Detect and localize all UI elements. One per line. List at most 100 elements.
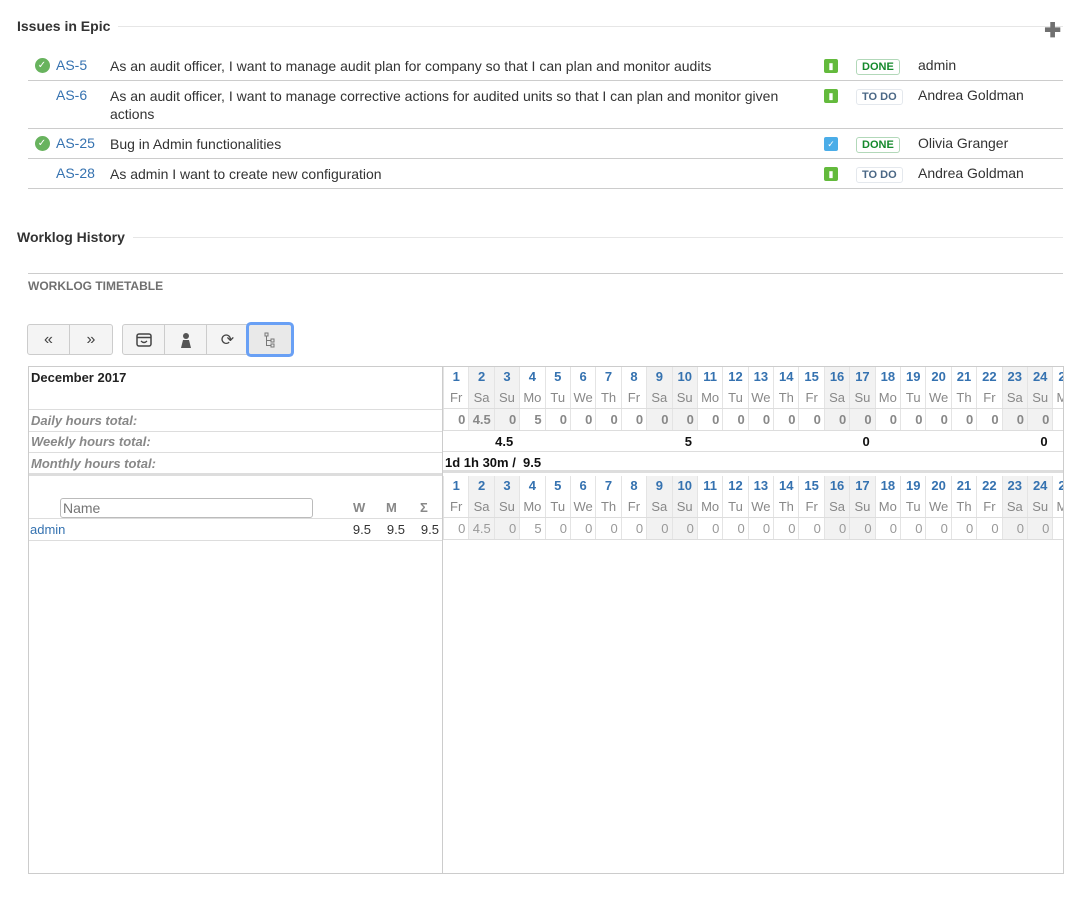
day-number: 24 — [1026, 476, 1053, 496]
navigation-group: « » — [27, 324, 113, 355]
col-month-header: M — [386, 500, 397, 515]
day-number: 21 — [950, 367, 976, 387]
issue-key-link[interactable]: AS-6 — [56, 87, 110, 123]
user-day-hours[interactable]: 0 — [798, 518, 823, 539]
issue-row: ✓ AS-25 Bug in Admin functionalities ✓ D… — [28, 129, 1063, 159]
weekday-label: Mo — [874, 496, 900, 517]
weekday-label: Mo — [696, 387, 722, 408]
day-number-row: 1234567891011121314151617181920212223242… — [443, 476, 1063, 496]
issues-in-epic-header: Issues in Epic — [17, 18, 1063, 34]
issue-row: AS-28 As admin I want to create new conf… — [28, 159, 1063, 189]
day-number: 17 — [849, 476, 875, 496]
timetable-left-panel: December 2017 Daily hours total: Weekly … — [29, 367, 443, 873]
day-number: 9 — [646, 367, 672, 387]
weekday-label: Su — [1026, 387, 1053, 408]
daily-total-cell: 0 — [773, 409, 798, 430]
user-day-hours[interactable]: 0 — [874, 518, 900, 539]
user-day-hours[interactable]: 0 — [544, 518, 570, 539]
user-day-hours[interactable]: 0 — [569, 518, 595, 539]
daily-total-cell: 0 — [849, 409, 875, 430]
daily-total-cell: 0 — [950, 409, 976, 430]
day-number: 6 — [569, 367, 595, 387]
user-day-hours[interactable]: 0 — [595, 518, 620, 539]
status-lozenge: TO DO — [856, 167, 903, 183]
issue-key-link[interactable]: AS-5 — [56, 57, 110, 75]
day-number: 20 — [925, 367, 950, 387]
daily-total-cell: 0 — [874, 409, 900, 430]
day-number: 7 — [595, 367, 620, 387]
daily-total-cell: 0 — [823, 409, 850, 430]
weekday-label: Th — [773, 496, 798, 517]
user-day-hours[interactable]: 0 — [696, 518, 722, 539]
day-number: 9 — [646, 476, 672, 496]
daily-total-cell: 0 — [747, 409, 773, 430]
weekday-label: Th — [595, 387, 620, 408]
weekday-label: Fr — [443, 387, 468, 408]
prev-icon[interactable]: « — [28, 325, 70, 354]
daily-total-row: 0 4.5 0 5 0 0 0 0 0 0 0 0 0 0 0 0 0 0 0 0 0 0 0 0 — [443, 409, 1063, 431]
user-day-hours[interactable]: 5 — [519, 518, 544, 539]
daily-total-cell: 0 — [925, 409, 950, 430]
user-day-hours[interactable]: 0 — [1026, 518, 1053, 539]
user-day-hours[interactable]: 0 — [976, 518, 1001, 539]
user-day-hours[interactable]: 0 — [823, 518, 850, 539]
user-day-hours[interactable]: 4.5 — [468, 518, 494, 539]
weekday-label: Sa — [468, 387, 494, 408]
user-icon[interactable] — [165, 325, 207, 354]
weekday-label: Su — [1026, 496, 1053, 517]
user-day-hours[interactable]: 0 — [646, 518, 672, 539]
weekly-total-row: 4.5 5 0 0 — [443, 431, 1063, 452]
col-week-header: W — [353, 500, 366, 515]
user-day-hours[interactable]: 0 — [671, 518, 697, 539]
day-number: 12 — [722, 367, 747, 387]
issue-summary: Bug in Admin functionalities — [110, 136, 282, 152]
weekday-label: Su — [849, 387, 875, 408]
day-number: 6 — [569, 476, 595, 496]
status-placeholder — [28, 165, 56, 183]
worklog-timetable-title: WORKLOG TIMETABLE — [28, 273, 1063, 293]
refresh-icon[interactable]: ⟳ — [207, 325, 249, 354]
plus-icon[interactable]: ✚ — [1044, 18, 1061, 43]
name-filter-input[interactable] — [60, 498, 313, 518]
user-day-hours[interactable]: 0 — [900, 518, 925, 539]
weekday-label: We — [925, 496, 950, 517]
month-label: December 2017 — [31, 370, 127, 385]
weekday-label: Mo — [696, 496, 722, 517]
day-number: 12 — [722, 476, 747, 496]
next-icon[interactable]: » — [70, 325, 112, 354]
user-day-hours[interactable]: 0 — [849, 518, 875, 539]
user-day-hours[interactable] — [1052, 518, 1063, 539]
day-number: 3 — [493, 476, 520, 496]
user-day-hours[interactable]: 0 — [747, 518, 773, 539]
user-day-hours[interactable]: 0 — [493, 518, 520, 539]
assignee: Andrea Goldman — [918, 87, 1024, 103]
calendar-icon[interactable] — [123, 325, 165, 354]
user-day-hours[interactable]: 0 — [1001, 518, 1027, 539]
status-lozenge: DONE — [856, 137, 900, 153]
day-number: 15 — [798, 476, 823, 496]
weekday-label: We — [747, 387, 773, 408]
user-day-hours[interactable]: 0 — [722, 518, 747, 539]
day-number: 19 — [900, 476, 925, 496]
daily-total-cell: 0 — [696, 409, 722, 430]
user-day-hours[interactable]: 0 — [950, 518, 976, 539]
user-month-total: 9.5 — [386, 522, 405, 537]
daily-total-cell: 0 — [595, 409, 620, 430]
issue-key-link[interactable]: AS-25 — [56, 135, 110, 153]
user-day-hours[interactable]: 0 — [925, 518, 950, 539]
hierarchy-icon[interactable] — [249, 325, 291, 354]
user-day-hours[interactable]: 0 — [620, 518, 646, 539]
user-day-hours[interactable]: 0 — [443, 518, 468, 539]
user-link[interactable]: admin — [30, 522, 65, 537]
day-number: 13 — [747, 476, 773, 496]
status-placeholder — [28, 87, 56, 123]
resolved-check-icon: ✓ — [28, 57, 56, 75]
user-day-hours[interactable]: 0 — [773, 518, 798, 539]
weekday-label: Sa — [823, 387, 850, 408]
weekday-row: Fr Sa Su Mo Tu We Th Fr Sa Su Mo Tu We Th Fr Sa Su Mo Tu We… — [443, 496, 1063, 518]
issue-key-link[interactable]: AS-28 — [56, 165, 110, 183]
divider — [118, 25, 1063, 27]
weekday-label: Tu — [900, 496, 925, 517]
day-number: 14 — [773, 367, 798, 387]
weekday-label: Fr — [443, 496, 468, 517]
